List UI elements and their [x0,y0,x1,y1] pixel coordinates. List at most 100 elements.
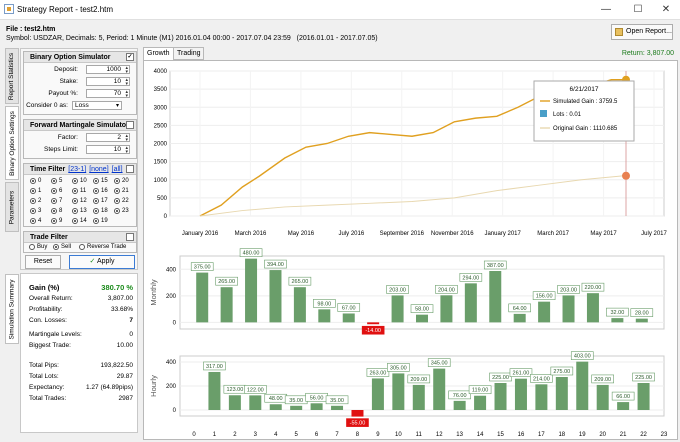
hourly-data-label: 35.00 [330,398,344,404]
hourly-data-label: 122.00 [247,387,264,393]
tab-report-statistics[interactable]: Report Statistics [5,48,19,104]
bos-checkbox[interactable]: ✓ [126,53,134,61]
hour-tick-label: 22 [640,432,647,438]
hour-tick-label: 16 [518,432,525,438]
hourly-bar [371,378,384,410]
hour-radio-15[interactable]: 15 [93,178,108,184]
hour-radio-1[interactable]: 1 [30,188,41,194]
hour-radio-9[interactable]: 9 [51,218,62,224]
hour-radio-6[interactable]: 6 [51,188,62,194]
radio-icon [114,188,120,194]
stat-row: Martingale Levels: 0 [29,331,133,338]
hourly-bar [637,383,650,410]
trade-filter-checkbox[interactable] [126,233,134,241]
stat-row: Biggest Trade: 10.00 [29,342,133,349]
radio-icon [30,198,36,204]
hourly-bar [228,395,241,410]
monthly-data-label: 265.00 [291,279,308,285]
file-info: File : test2.htm Symbol: USDZAR, Decimal… [6,25,378,43]
hour-radio-14[interactable]: 14 [72,218,87,224]
maximize-button[interactable]: ☐ [624,2,652,18]
hour-radio-3[interactable]: 3 [30,208,41,214]
hourly-bar [576,361,589,410]
hour-radio-17[interactable]: 17 [93,198,108,204]
monthly-bar [367,322,380,325]
steps-limit-field[interactable]: 10 ▴ ▾ [86,145,130,155]
hour-radio-7[interactable]: 7 [51,198,62,204]
tab-growth[interactable]: Growth [143,47,174,60]
hourly-bar [555,377,568,410]
monthly-bar [391,295,404,323]
hour-radio-23[interactable]: 23 [114,208,129,214]
minimize-button[interactable]: — [592,2,620,18]
consider-select[interactable]: Loss [72,101,122,110]
hourly-data-label: 214.00 [533,376,550,382]
hourly-data-label: 56.00 [310,395,324,401]
hourly-bar [412,384,425,410]
hourly-data-label: -55.00 [350,421,366,427]
open-report-button[interactable]: Open Report... [611,24,673,40]
link-all[interactable]: [all] [112,166,123,173]
hour-radio-10[interactable]: 10 [72,178,87,184]
tab-simulation-summary[interactable]: Simulation Summary [5,274,19,344]
reset-button[interactable]: Reset [25,255,61,269]
x-tick-label: March 2016 [235,231,267,237]
stat-row: Overall Return: 3,807.00 [29,295,133,302]
radio-buy-icon [29,244,35,250]
radio-icon [114,178,120,184]
x-tick-label: September 2016 [380,231,425,237]
hour-radio-21[interactable]: 21 [114,188,129,194]
monthly-data-label: 394.00 [267,262,284,268]
radio-reverse-trade[interactable]: Reverse Trade [79,244,126,250]
hour-radio-13[interactable]: 13 [72,208,87,214]
hour-radio-20[interactable]: 20 [114,178,129,184]
hour-radio-11[interactable]: 11 [72,188,86,194]
hour-radio-16[interactable]: 16 [93,188,108,194]
bos-title: Binary Option Simulator [30,54,111,61]
monthly-data-label: 64.00 [513,306,527,312]
radio-icon [30,178,36,184]
tab-trading-activity[interactable]: Trading Activity (2987) [173,47,205,79]
payout-field[interactable]: 70 ▴ ▾ [86,89,130,99]
hourly-ylabel: Hourly [149,375,158,397]
monthly-data-label: 220.00 [585,285,602,291]
radio-icon [51,218,57,224]
hourly-data-label: 275.00 [553,369,570,375]
symbol-info: Symbol: USDZAR, Decimals: 5, Period: 1 M… [6,35,291,42]
close-button[interactable]: ✕ [652,2,680,18]
hour-radio-12[interactable]: 12 [72,198,87,204]
hourly-bar [596,384,609,410]
monthly-bar [245,258,258,323]
tab-binary-option-settings[interactable]: Binary Option Settings [5,106,19,180]
monthly-data-label: 58.00 [415,307,429,313]
hour-tick-label: 8 [356,432,360,438]
fms-checkbox[interactable] [126,121,134,129]
hour-tick-label: 17 [538,432,545,438]
hour-radio-18[interactable]: 18 [93,208,108,214]
apply-button[interactable]: ✓ Apply [69,255,135,269]
monthly-data-label: 67.00 [342,305,356,311]
link-23-1[interactable]: [23-1] [68,166,86,173]
hour-radio-22[interactable]: 22 [114,198,129,204]
link-none[interactable]: [none] [89,166,108,173]
hourly-bar [535,384,548,410]
deposit-field[interactable]: 1000 ▴ ▾ [86,65,130,75]
hour-radio-2[interactable]: 2 [30,198,41,204]
hourly-bar [494,383,507,410]
radio-buy[interactable]: Buy [29,244,47,250]
hourly-data-label: 119.00 [472,388,488,394]
hour-radio-5[interactable]: 5 [51,178,62,184]
hour-radio-8[interactable]: 8 [51,208,62,214]
radio-icon [93,188,99,194]
tab-parameters[interactable]: Parameters [5,182,19,232]
radio-sell[interactable]: Sell [53,244,71,250]
stake-field[interactable]: 10 ▴ ▾ [86,77,130,87]
hour-radio-4[interactable]: 4 [30,218,41,224]
hour-radio-0[interactable]: 0 [30,178,41,184]
radio-icon [30,188,36,194]
time-filter-checkbox[interactable] [126,165,134,173]
factor-field[interactable]: 2 ▴ ▾ [86,133,130,143]
radio-icon [93,218,99,224]
hour-radio-19[interactable]: 19 [93,218,108,224]
apply-label: Apply [96,258,115,265]
